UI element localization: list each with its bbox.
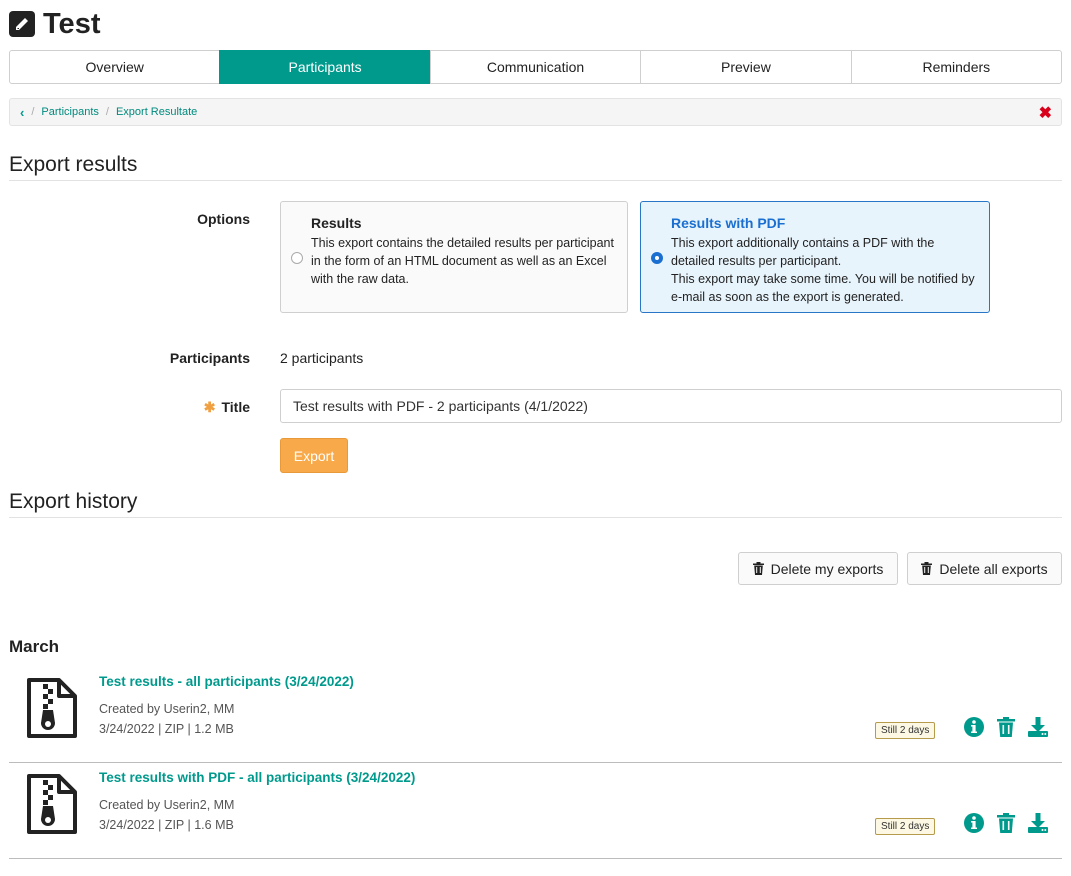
participants-label: Participants	[169, 350, 250, 366]
download-icon[interactable]	[1027, 812, 1049, 834]
tab-reminders[interactable]: Reminders	[850, 50, 1063, 84]
delete-my-exports-label: Delete my exports	[770, 560, 884, 577]
month-heading: March	[9, 637, 60, 656]
export-button[interactable]: Export	[280, 438, 348, 473]
page-title: Test	[43, 7, 101, 40]
option-results[interactable]: Results This export contains the detaile…	[280, 201, 628, 313]
export-item-name[interactable]: Test results with PDF - all participants…	[99, 770, 415, 785]
trash-icon[interactable]	[995, 812, 1017, 834]
info-icon[interactable]	[963, 812, 985, 834]
zip-file-icon	[27, 678, 77, 738]
export-section-title: Export results	[9, 153, 138, 176]
option-results-pdf-description: This export additionally contains a PDF …	[671, 236, 975, 304]
zip-file-icon	[27, 774, 77, 834]
tab-overview[interactable]: Overview	[9, 50, 221, 84]
tab-communication[interactable]: Communication	[429, 50, 642, 84]
option-results-title: Results	[311, 215, 362, 231]
title-label-wrap: ✱ Title	[150, 399, 250, 416]
options-label: Options	[197, 211, 250, 227]
export-item-name[interactable]: Test results - all participants (3/24/20…	[99, 674, 354, 689]
participants-value: 2 participants	[280, 350, 364, 366]
trash-icon[interactable]	[995, 716, 1017, 738]
history-section-title: Export history	[9, 490, 138, 513]
export-item-meta: 3/24/2022 | ZIP | 1.2 MB	[99, 722, 234, 736]
tab-participants[interactable]: Participants	[219, 50, 431, 84]
close-icon[interactable]: ✖	[1039, 103, 1052, 123]
info-icon[interactable]	[963, 716, 985, 738]
expiry-badge: Still 2 days	[875, 818, 936, 835]
breadcrumb-participants[interactable]: Participants	[41, 106, 98, 118]
title-label: Title	[221, 399, 250, 415]
list-item: Test results with PDF - all participants…	[9, 762, 1062, 859]
radio-results[interactable]	[291, 252, 303, 264]
radio-results-pdf[interactable]	[651, 252, 663, 264]
export-item-creator: Created by Userin2, MM	[99, 702, 235, 716]
required-asterisk-icon: ✱	[203, 399, 216, 415]
option-results-pdf[interactable]: Results with PDF This export additionall…	[640, 201, 990, 313]
list-item: Test results - all participants (3/24/20…	[9, 666, 1062, 763]
breadcrumb-separator: /	[105, 106, 109, 118]
export-item-creator: Created by Userin2, MM	[99, 798, 235, 812]
divider	[9, 180, 1062, 181]
option-results-pdf-title: Results with PDF	[671, 215, 786, 231]
page-header: Test	[9, 6, 100, 42]
trash-icon	[921, 562, 933, 575]
export-item-meta: 3/24/2022 | ZIP | 1.6 MB	[99, 818, 234, 832]
breadcrumb: ‹ / Participants / Export Resultate ✖	[9, 98, 1062, 126]
trash-icon	[752, 562, 764, 575]
option-results-description: This export contains the detailed result…	[311, 236, 614, 286]
divider	[9, 517, 1062, 518]
expiry-badge: Still 2 days	[875, 722, 936, 739]
breadcrumb-separator: /	[31, 106, 35, 118]
download-icon[interactable]	[1027, 716, 1049, 738]
pencil-icon	[9, 11, 35, 37]
title-input[interactable]	[280, 389, 1062, 423]
delete-all-exports-button[interactable]: Delete all exports	[907, 552, 1062, 585]
delete-all-exports-label: Delete all exports	[939, 560, 1048, 577]
tab-preview[interactable]: Preview	[640, 50, 852, 84]
breadcrumb-export[interactable]: Export Resultate	[116, 106, 197, 118]
tab-bar: Overview Participants Communication Prev…	[9, 50, 1063, 84]
chevron-left-icon[interactable]: ‹	[20, 105, 24, 120]
delete-my-exports-button[interactable]: Delete my exports	[738, 552, 898, 585]
